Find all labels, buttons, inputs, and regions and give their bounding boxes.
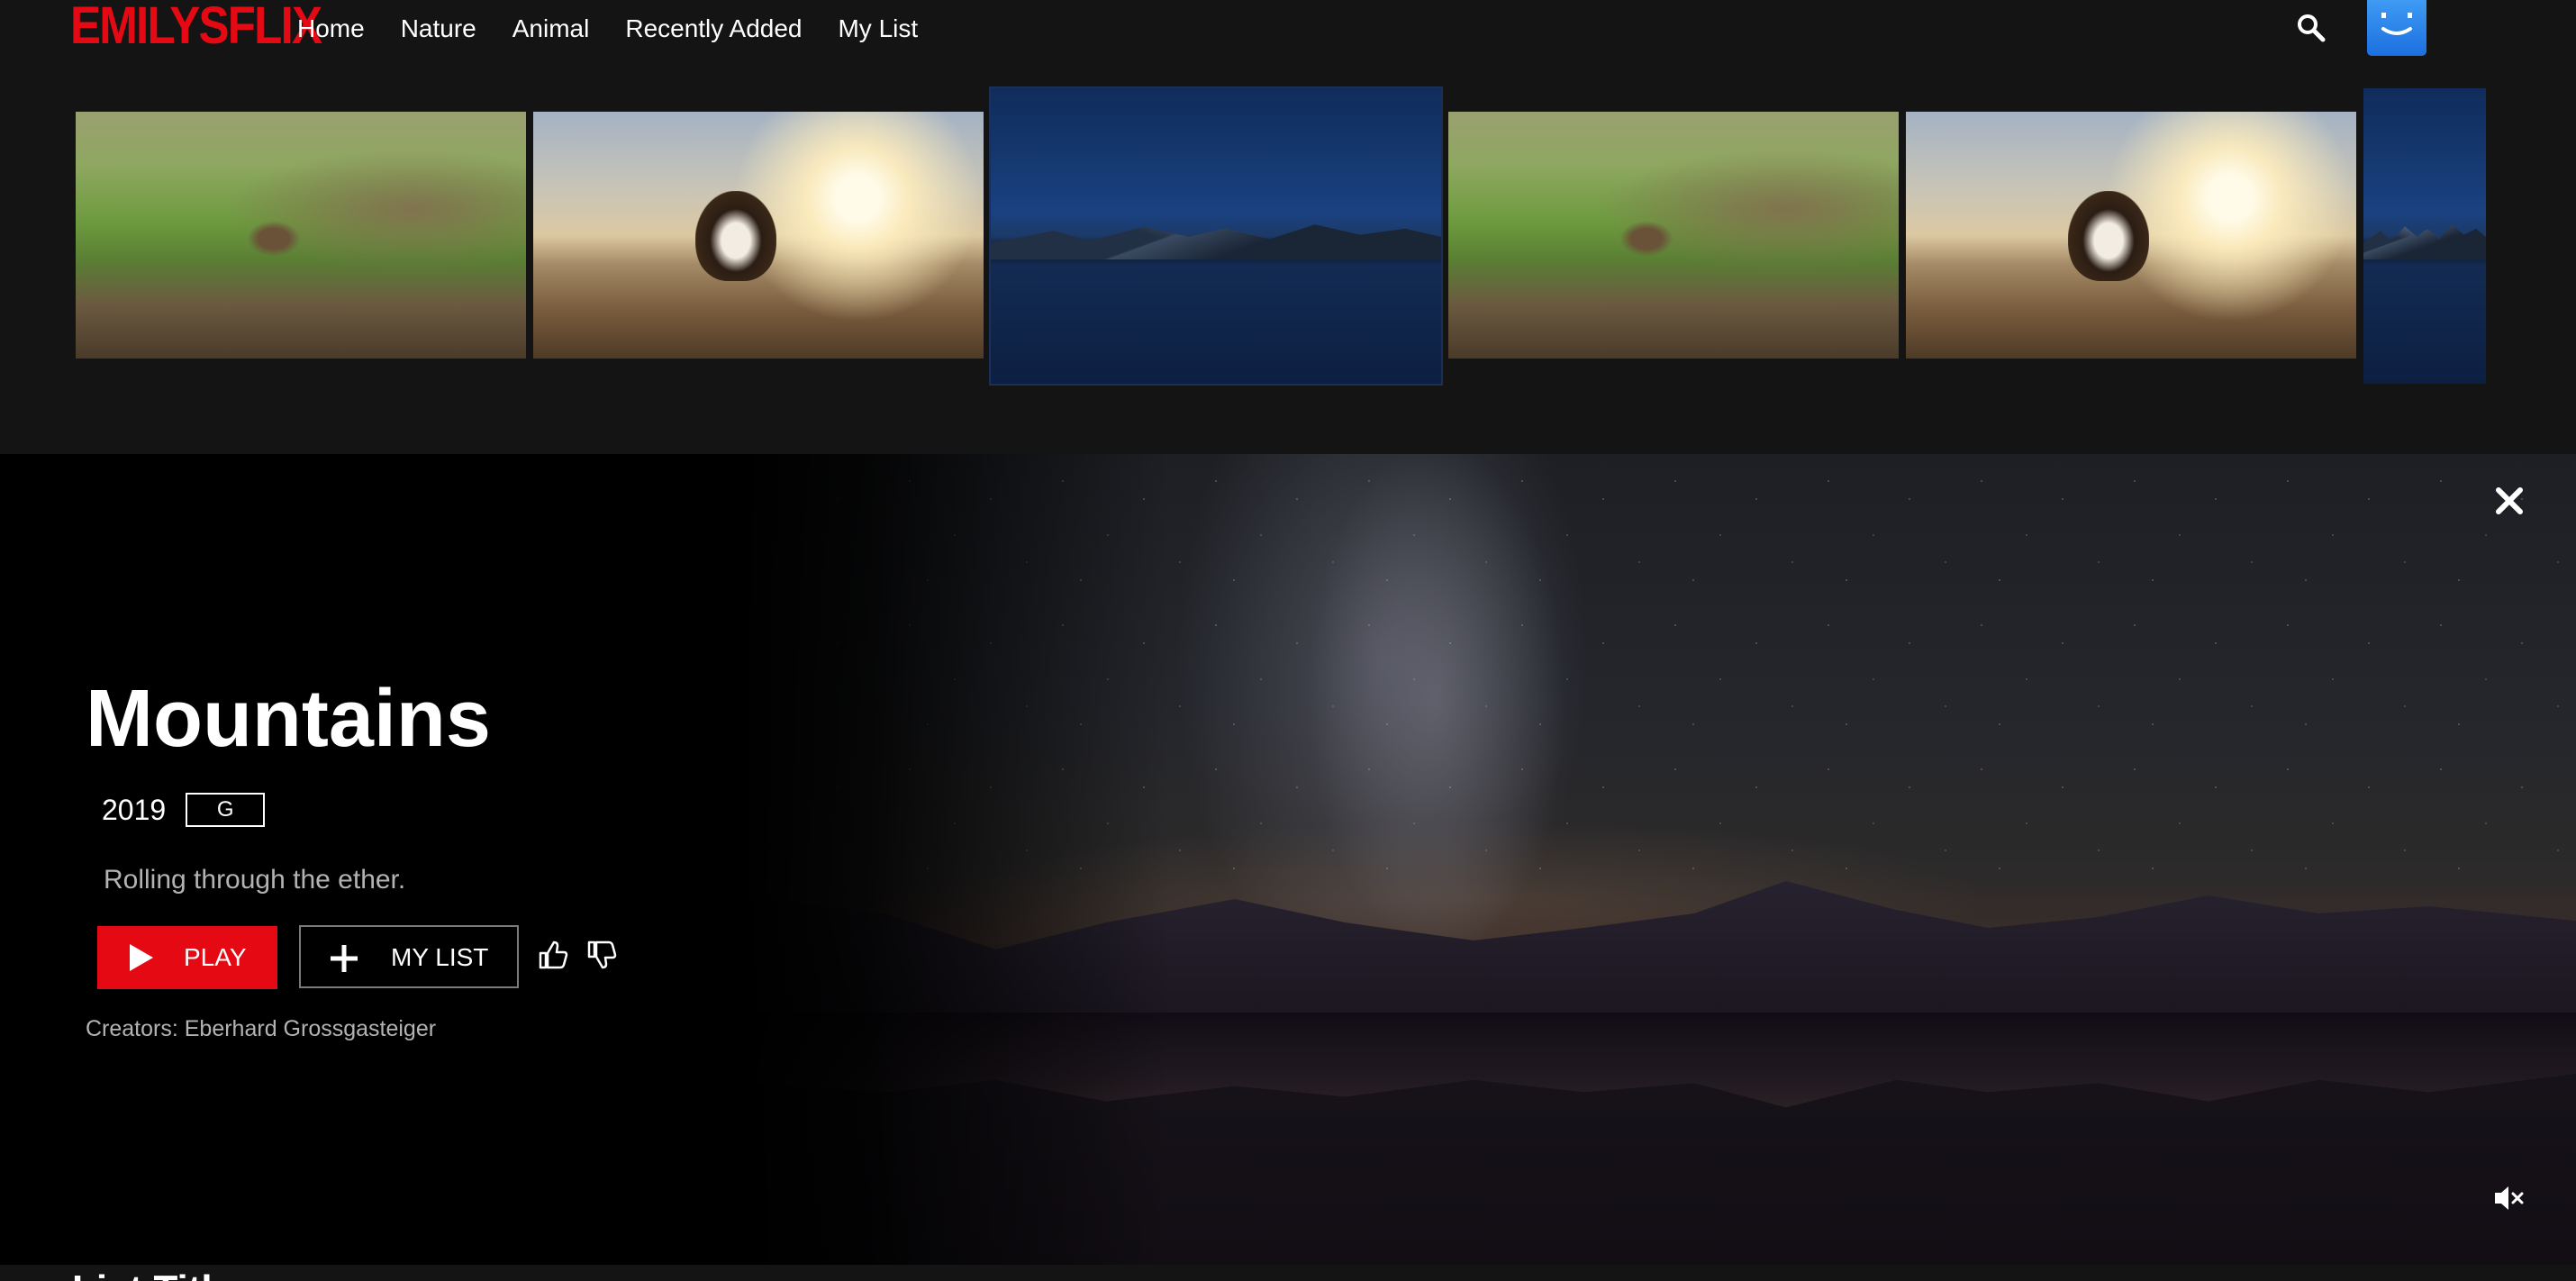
play-icon xyxy=(130,944,153,971)
nav-link-animal[interactable]: Animal xyxy=(512,11,590,47)
thumbs-down-icon[interactable] xyxy=(585,939,618,971)
close-icon[interactable] xyxy=(2490,481,2529,521)
nav-link-my-list[interactable]: My List xyxy=(838,11,918,47)
thumbs-up-icon[interactable] xyxy=(537,939,569,971)
top-navbar: EMILYSFLIX Home Nature Animal Recently A… xyxy=(0,0,2576,56)
thumbnail-puppy-beach[interactable] xyxy=(533,112,984,359)
maturity-rating-badge: G xyxy=(186,793,266,827)
nav-link-recently-added[interactable]: Recently Added xyxy=(625,11,802,47)
creators-credit: Creators: Eberhard Grossgasteiger xyxy=(86,1016,437,1041)
play-button-label: PLAY xyxy=(184,943,247,971)
title-detail-panel: Mountains 2019 G Rolling through the eth… xyxy=(0,454,2576,1265)
thumbnail-mountain-lake-selected[interactable] xyxy=(989,86,1443,386)
next-row-title: List Title xyxy=(72,1263,234,1281)
mute-icon[interactable] xyxy=(2491,1180,2527,1216)
thumbnail-snipe-bird[interactable] xyxy=(1448,112,1899,359)
my-list-button-label: MY LIST xyxy=(391,943,489,971)
profile-avatar[interactable] xyxy=(2367,0,2426,56)
hero-gradient-overlay xyxy=(739,454,1171,1265)
search-icon[interactable] xyxy=(2295,12,2327,44)
title-tagline: Rolling through the ether. xyxy=(104,865,406,895)
nav-link-nature[interactable]: Nature xyxy=(401,11,476,47)
add-to-my-list-button[interactable]: MY LIST xyxy=(299,925,519,988)
thumbnail-mountain-lake-partial[interactable] xyxy=(2363,88,2486,384)
title-heading: Mountains xyxy=(86,674,491,764)
nav-link-home[interactable]: Home xyxy=(297,11,365,47)
release-year: 2019 xyxy=(102,793,167,826)
plus-icon xyxy=(331,945,358,972)
title-carousel xyxy=(0,86,2576,386)
smiley-icon xyxy=(2381,13,2412,35)
logo[interactable]: EMILYSFLIX xyxy=(70,0,322,56)
main-nav: Home Nature Animal Recently Added My Lis… xyxy=(297,11,918,47)
title-meta: 2019 G xyxy=(102,793,266,827)
play-button[interactable]: PLAY xyxy=(97,926,277,989)
thumbnail-puppy-beach[interactable] xyxy=(1906,112,2356,359)
thumbnail-snipe-bird[interactable] xyxy=(76,112,526,359)
